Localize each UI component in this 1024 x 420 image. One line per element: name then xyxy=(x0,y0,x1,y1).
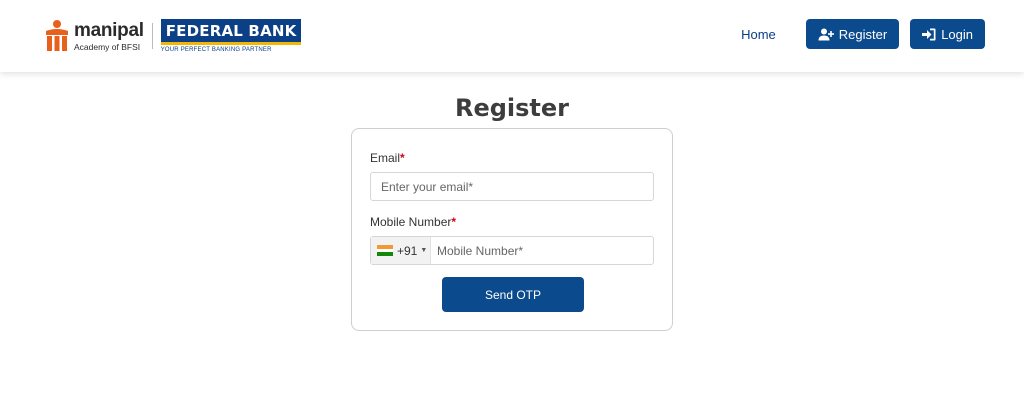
manipal-logo: manipal Academy of BFSI xyxy=(44,19,144,53)
country-code: +91 xyxy=(397,243,418,258)
manipal-subtitle: Academy of BFSI xyxy=(74,41,141,52)
email-input[interactable]: Enter your email* xyxy=(370,172,654,201)
email-label-text: Email xyxy=(370,151,401,165)
user-plus-icon xyxy=(818,28,834,40)
sign-in-icon xyxy=(922,28,936,40)
nav-login-button[interactable]: Login xyxy=(910,19,985,49)
federal-bank-tagline: YOUR PERFECT BANKING PARTNER xyxy=(160,47,272,53)
federal-bank-logo: FEDERAL BANK YOUR PERFECT BANKING PARTNE… xyxy=(160,19,302,53)
mobile-input-group: +91 ▼ Mobile Number* xyxy=(370,236,654,265)
nav-login-label: Login xyxy=(941,26,973,42)
register-form-card: Email* Enter your email* Mobile Number* … xyxy=(351,128,673,331)
required-mark: * xyxy=(400,151,405,165)
mobile-label: Mobile Number* xyxy=(370,215,456,229)
logo-divider xyxy=(151,23,153,49)
email-label: Email* xyxy=(370,151,405,165)
federal-bank-name: FEDERAL BANK xyxy=(160,19,302,45)
required-mark: * xyxy=(451,215,457,229)
mobile-number-input[interactable]: Mobile Number* xyxy=(431,244,523,258)
chevron-down-icon: ▼ xyxy=(420,247,428,254)
top-navbar: manipal Academy of BFSI FEDERAL BANK YOU… xyxy=(0,0,1024,72)
country-code-select[interactable]: +91 ▼ xyxy=(371,237,431,264)
nav-register-label: Register xyxy=(838,26,888,42)
mobile-label-text: Mobile Number xyxy=(370,215,452,229)
nav-menu: Home Register Login xyxy=(741,19,985,49)
page-title: Register xyxy=(454,94,570,122)
brand-logos[interactable]: manipal Academy of BFSI FEDERAL BANK YOU… xyxy=(44,16,302,56)
india-flag-icon xyxy=(377,245,393,257)
manipal-mark-icon xyxy=(44,19,70,53)
nav-home-link[interactable]: Home xyxy=(741,27,776,42)
send-otp-button[interactable]: Send OTP xyxy=(442,277,584,312)
nav-register-button[interactable]: Register xyxy=(805,19,900,49)
email-placeholder: Enter your email* xyxy=(381,179,474,194)
manipal-name: manipal xyxy=(74,19,144,41)
